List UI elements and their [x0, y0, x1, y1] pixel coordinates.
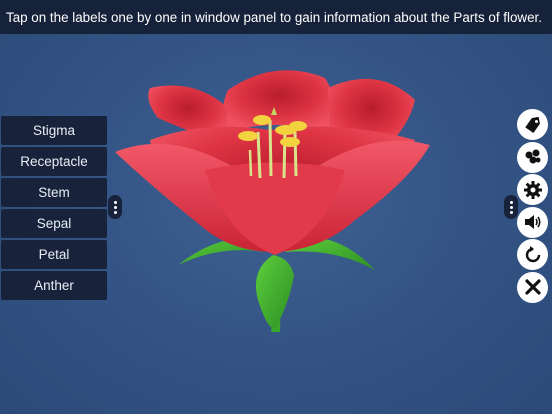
settings-button[interactable]: [517, 174, 548, 205]
label-tag-icon: [524, 116, 540, 133]
anther-shape: [253, 115, 271, 125]
label-receptacle-button[interactable]: Receptacle: [1, 147, 107, 176]
audio-button[interactable]: [517, 206, 548, 238]
close-button[interactable]: [517, 271, 548, 303]
more-dot-icon: [509, 200, 513, 204]
flower-parts-icon: [525, 149, 540, 164]
label-petal-button[interactable]: Petal: [1, 240, 107, 269]
flower-model[interactable]: [110, 60, 440, 340]
sepal-front: [255, 255, 294, 329]
tool-column: [517, 109, 549, 303]
instruction-text: Tap on the labels one by one in window p…: [6, 9, 542, 25]
instruction-bar: Tap on the labels one by one in window p…: [0, 0, 552, 34]
anther-shape: [289, 121, 307, 131]
reset-icon: [525, 245, 540, 262]
right-panel-toggle[interactable]: [504, 195, 518, 219]
label-anther-button[interactable]: Anther: [1, 271, 107, 300]
more-dot-icon: [509, 205, 513, 209]
gear-icon: [523, 180, 542, 199]
label-sepal-button[interactable]: Sepal: [1, 209, 107, 238]
close-icon: [524, 279, 541, 295]
flower-parts-button[interactable]: [517, 141, 548, 173]
label-panel: Stigma Receptacle Stem Sepal Petal Anthe…: [1, 116, 107, 300]
anther-shape: [238, 131, 258, 141]
label-stem-button[interactable]: Stem: [1, 178, 107, 207]
label-stigma-button[interactable]: Stigma: [1, 116, 107, 145]
petal-back: [223, 70, 336, 132]
speaker-icon: [524, 215, 541, 229]
label-tag-button[interactable]: [517, 109, 548, 140]
more-dot-icon: [509, 210, 513, 214]
reset-button[interactable]: [517, 239, 548, 270]
anther-shape: [280, 137, 300, 147]
